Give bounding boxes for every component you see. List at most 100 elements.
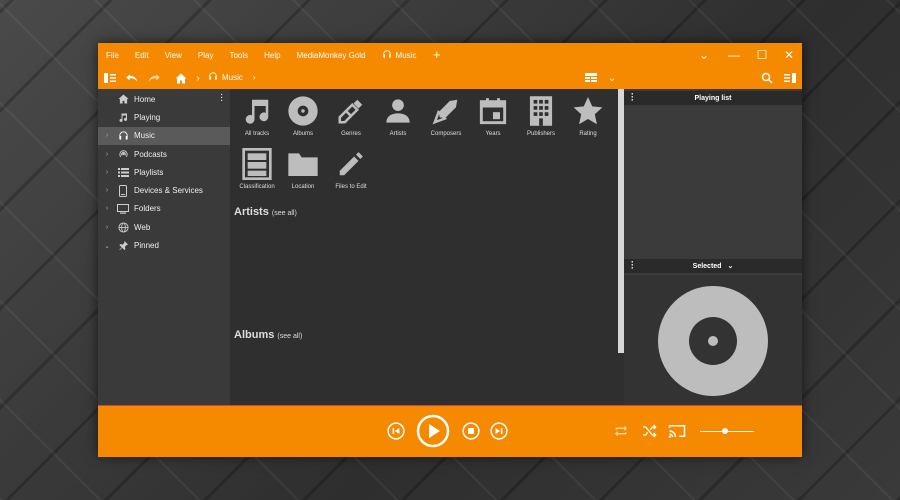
sidebar-item-web[interactable]: › Web — [98, 218, 230, 236]
albums-see-all-link[interactable]: (see all) — [277, 333, 302, 340]
expand-arrow-icon[interactable]: › — [98, 151, 116, 158]
stop-icon[interactable] — [462, 422, 480, 440]
cabinet-icon — [232, 146, 282, 182]
chevron-right-icon[interactable]: › — [253, 73, 256, 82]
selected-menu-icon[interactable]: · · · — [631, 258, 634, 273]
cast-icon[interactable] — [668, 423, 686, 439]
sidebar-item-playing[interactable]: Playing — [98, 108, 230, 126]
category-artists[interactable]: Artists — [373, 93, 423, 137]
menu-tools[interactable]: Tools — [221, 51, 256, 60]
selected-artwork-area — [624, 275, 802, 405]
shuffle-icon[interactable] — [641, 423, 657, 439]
sidebar-item-label: Playing — [134, 112, 161, 122]
play-button[interactable] — [416, 414, 450, 448]
expand-arrow-icon[interactable]: › — [98, 132, 116, 139]
artists-title: Artists — [234, 206, 269, 218]
sidebar-item-folders[interactable]: › Folders — [98, 200, 230, 218]
folder-icon — [278, 146, 328, 182]
volume-slider-handle[interactable] — [722, 428, 728, 434]
podcast-icon — [116, 148, 130, 160]
category-albums[interactable]: Albums — [278, 93, 328, 137]
playing-list-header: · · · Playing list — [624, 90, 802, 105]
sidebar-item-label: Home — [134, 94, 156, 104]
sidebar-item-label: Playlists — [134, 167, 164, 177]
sidebar-menu-dots-icon[interactable]: · · · — [220, 90, 223, 106]
category-location[interactable]: Location — [278, 146, 328, 190]
sidebar-item-label: Web — [134, 222, 151, 232]
chevron-down-icon[interactable]: ⌄ — [690, 43, 718, 67]
home-icon[interactable] — [173, 70, 189, 86]
sidebar-toggle-icon[interactable] — [102, 70, 118, 86]
monitor-icon — [116, 203, 130, 215]
category-files-to-edit[interactable]: Files to Edit — [326, 146, 376, 190]
menu-play[interactable]: Play — [190, 51, 222, 60]
artists-see-all-link[interactable]: (see all) — [272, 210, 297, 217]
breadcrumb[interactable]: Music › — [208, 71, 256, 83]
category-composers[interactable]: Composers — [421, 93, 471, 137]
menu-mediamonkey-gold[interactable]: MediaMonkey Gold — [289, 51, 374, 60]
category-classification[interactable]: Classification — [232, 146, 282, 190]
music-note-icon — [116, 111, 130, 123]
albums-section-title: Albums (see all) — [234, 329, 302, 341]
playlist-icon — [116, 166, 130, 178]
redo-icon[interactable] — [146, 70, 162, 86]
music-notes-icon — [232, 93, 282, 129]
view-mode-dropdown-icon[interactable]: ⌄ — [604, 70, 620, 86]
selected-header[interactable]: · · · Selected ⌄ — [624, 258, 802, 273]
breadcrumb-current: Music — [222, 72, 243, 82]
repeat-icon[interactable] — [613, 423, 629, 439]
sidebar-item-playlists[interactable]: › Playlists — [98, 163, 230, 181]
add-tab-button[interactable]: + — [433, 47, 441, 62]
category-years[interactable]: Years — [468, 93, 518, 137]
chevron-down-icon[interactable]: ⌄ — [727, 262, 733, 270]
playing-list-title: Playing list — [694, 94, 732, 102]
sidebar-item-pinned[interactable]: ⌄ Pinned — [98, 236, 230, 254]
tab-music[interactable]: Music — [373, 43, 425, 69]
sidebar: Home Playing › Music › Podcasts › Playli… — [98, 89, 230, 405]
expand-arrow-icon[interactable]: ⌄ — [98, 242, 116, 250]
pen-nib-icon — [421, 93, 471, 129]
previous-track-icon[interactable] — [387, 422, 405, 440]
expand-arrow-icon[interactable]: › — [98, 205, 116, 212]
right-panel-toggle-icon[interactable] — [782, 70, 798, 86]
category-all-tracks[interactable]: All tracks — [232, 93, 282, 137]
breadcrumb-separator-icon: › — [196, 72, 200, 84]
player-bar — [98, 405, 802, 457]
maximize-button[interactable]: ☐ — [748, 43, 776, 67]
minimize-button[interactable]: — — [720, 43, 748, 67]
search-icon[interactable] — [759, 70, 775, 86]
sidebar-item-music[interactable]: › Music — [98, 126, 230, 145]
next-track-icon[interactable] — [490, 422, 508, 440]
view-mode-icon[interactable] — [583, 70, 599, 86]
album-art-placeholder-icon — [658, 286, 768, 396]
expand-arrow-icon[interactable]: › — [98, 169, 116, 176]
menu-help[interactable]: Help — [256, 51, 288, 60]
headphones-icon — [208, 71, 218, 83]
mediamonkey-window: File Edit View Play Tools Help MediaMonk… — [98, 43, 803, 457]
globe-icon — [116, 221, 130, 233]
genres-icon — [326, 93, 376, 129]
artist-icon — [373, 93, 423, 129]
star-icon — [563, 93, 613, 129]
category-publishers[interactable]: Publishers — [516, 93, 566, 137]
sidebar-item-devices[interactable]: › Devices & Services — [98, 181, 230, 199]
sidebar-item-label: Podcasts — [134, 149, 167, 159]
close-button[interactable]: ✕ — [775, 43, 803, 67]
playing-list-menu-icon[interactable]: · · · — [631, 90, 634, 105]
menu-view[interactable]: View — [157, 51, 190, 60]
calendar-icon — [468, 93, 518, 129]
menu-edit[interactable]: Edit — [127, 51, 157, 60]
sidebar-item-podcasts[interactable]: › Podcasts — [98, 145, 230, 163]
expand-arrow-icon[interactable]: › — [98, 224, 116, 231]
category-rating[interactable]: Rating — [563, 93, 613, 137]
category-genres[interactable]: Genres — [326, 93, 376, 137]
albums-title: Albums — [234, 329, 275, 341]
menu-file[interactable]: File — [98, 51, 127, 60]
headphones-icon — [116, 130, 130, 142]
expand-arrow-icon[interactable]: › — [98, 187, 116, 194]
right-panel: · · · Playing list · · · Selected ⌄ — [624, 89, 802, 405]
undo-icon[interactable] — [124, 70, 140, 86]
playing-list-area[interactable] — [624, 105, 802, 257]
album-icon — [278, 93, 328, 129]
sidebar-item-home[interactable]: Home — [98, 90, 230, 108]
